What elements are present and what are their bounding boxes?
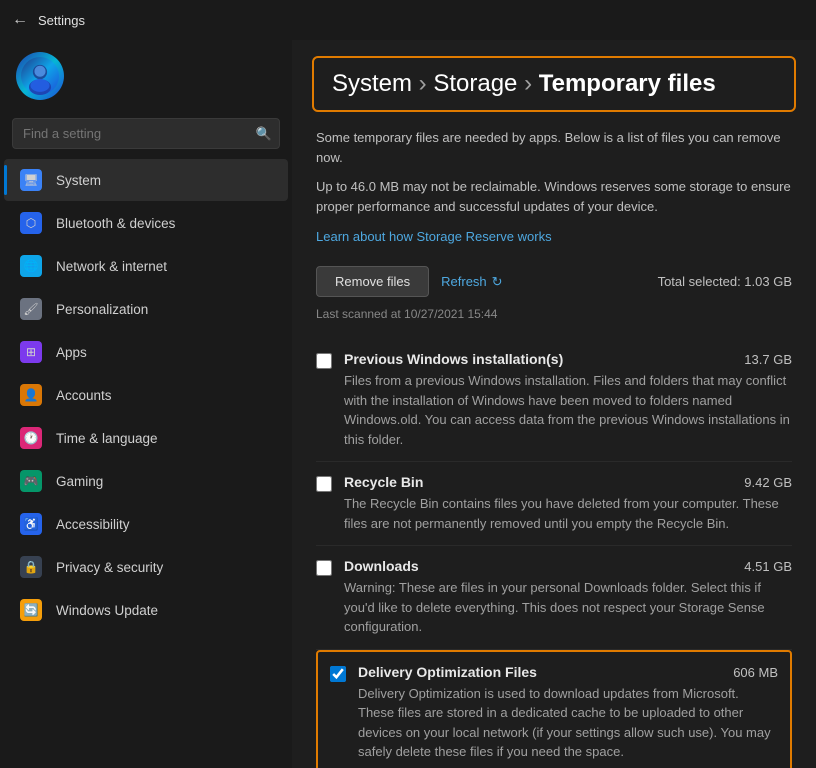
remove-files-button[interactable]: Remove files bbox=[316, 266, 429, 297]
action-bar: Remove files Refresh ↻ Total selected: 1… bbox=[316, 266, 792, 297]
file-name-previous-windows: Previous Windows installation(s) bbox=[344, 351, 563, 367]
breadcrumb-storage: Storage bbox=[433, 70, 517, 97]
breadcrumb-text: System › Storage › Temporary files bbox=[332, 70, 776, 98]
info-text: Up to 46.0 MB may not be reclaimable. Wi… bbox=[316, 177, 792, 216]
file-desc-downloads: Warning: These are files in your persona… bbox=[344, 578, 792, 637]
gaming-icon: 🎮 bbox=[20, 470, 42, 492]
refresh-spin-icon: ↻ bbox=[492, 274, 503, 290]
nav-label-apps: Apps bbox=[56, 345, 87, 360]
breadcrumb-sep2: › bbox=[517, 70, 538, 97]
refresh-button[interactable]: Refresh ↻ bbox=[441, 274, 502, 290]
app-title: Settings bbox=[38, 13, 85, 28]
bluetooth-icon: ⬡ bbox=[20, 212, 42, 234]
sidebar: 🔍 🖥 System ⬡ Bluetooth & devices 🌐 Netwo… bbox=[0, 40, 292, 768]
content-body: Some temporary files are needed by apps.… bbox=[292, 128, 816, 768]
sidebar-item-accounts[interactable]: 👤 Accounts bbox=[4, 374, 288, 416]
scan-time: Last scanned at 10/27/2021 15:44 bbox=[316, 307, 792, 321]
accessibility-icon: ♿ bbox=[20, 513, 42, 535]
file-size-delivery-optimization: 606 MB bbox=[733, 665, 778, 680]
sidebar-avatar bbox=[0, 40, 292, 112]
time-icon: 🕐 bbox=[20, 427, 42, 449]
sidebar-item-system[interactable]: 🖥 System bbox=[4, 159, 288, 201]
description-text: Some temporary files are needed by apps.… bbox=[316, 128, 792, 167]
checkbox-recycle-bin[interactable] bbox=[316, 476, 332, 492]
checkbox-wrapper-downloads[interactable] bbox=[316, 560, 332, 581]
nav-label-system: System bbox=[56, 173, 101, 188]
sidebar-item-apps[interactable]: ⊞ Apps bbox=[4, 331, 288, 373]
file-size-downloads: 4.51 GB bbox=[744, 559, 792, 574]
file-header-recycle-bin: Recycle Bin 9.42 GB bbox=[344, 474, 792, 490]
title-bar: ← Settings bbox=[0, 0, 816, 40]
sidebar-item-privacy[interactable]: 🔒 Privacy & security bbox=[4, 546, 288, 588]
network-icon: 🌐 bbox=[20, 255, 42, 277]
nav-label-personalization: Personalization bbox=[56, 302, 148, 317]
file-header-delivery-optimization: Delivery Optimization Files 606 MB bbox=[358, 664, 778, 680]
breadcrumb-sep1: › bbox=[412, 70, 433, 97]
checkbox-delivery-optimization[interactable] bbox=[330, 666, 346, 682]
breadcrumb-current: Temporary files bbox=[539, 70, 716, 97]
sidebar-item-personalization[interactable]: 🖌 Personalization bbox=[4, 288, 288, 330]
file-name-recycle-bin: Recycle Bin bbox=[344, 474, 423, 490]
file-header-downloads: Downloads 4.51 GB bbox=[344, 558, 792, 574]
file-desc-recycle-bin: The Recycle Bin contains files you have … bbox=[344, 494, 792, 533]
file-item-delivery-optimization: Delivery Optimization Files 606 MB Deliv… bbox=[316, 650, 792, 768]
personalization-icon: 🖌 bbox=[20, 298, 42, 320]
file-name-downloads: Downloads bbox=[344, 558, 419, 574]
nav-label-update: Windows Update bbox=[56, 603, 158, 618]
system-icon: 🖥 bbox=[20, 169, 42, 191]
checkbox-wrapper-delivery-optimization[interactable] bbox=[330, 666, 346, 687]
sidebar-item-network[interactable]: 🌐 Network & internet bbox=[4, 245, 288, 287]
file-name-delivery-optimization: Delivery Optimization Files bbox=[358, 664, 537, 680]
search-icon: 🔍 bbox=[256, 126, 272, 142]
sidebar-item-time[interactable]: 🕐 Time & language bbox=[4, 417, 288, 459]
breadcrumb: System › Storage › Temporary files bbox=[312, 56, 796, 112]
nav-label-privacy: Privacy & security bbox=[56, 560, 163, 575]
privacy-icon: 🔒 bbox=[20, 556, 42, 578]
update-icon: 🔄 bbox=[20, 599, 42, 621]
main-layout: 🔍 🖥 System ⬡ Bluetooth & devices 🌐 Netwo… bbox=[0, 40, 816, 768]
sidebar-navigation: 🖥 System ⬡ Bluetooth & devices 🌐 Network… bbox=[0, 159, 292, 758]
learn-link[interactable]: Learn about how Storage Reserve works bbox=[316, 229, 552, 244]
refresh-label: Refresh bbox=[441, 274, 487, 289]
search-input[interactable] bbox=[12, 118, 280, 149]
sidebar-search-container: 🔍 bbox=[12, 118, 280, 149]
file-item-previous-windows: Previous Windows installation(s) 13.7 GB… bbox=[316, 339, 792, 462]
file-item-recycle-bin: Recycle Bin 9.42 GB The Recycle Bin cont… bbox=[316, 462, 792, 546]
file-info-downloads: Downloads 4.51 GB Warning: These are fil… bbox=[344, 558, 792, 637]
content-area: System › Storage › Temporary files Some … bbox=[292, 40, 816, 768]
nav-label-network: Network & internet bbox=[56, 259, 167, 274]
file-desc-previous-windows: Files from a previous Windows installati… bbox=[344, 371, 792, 449]
nav-label-accessibility: Accessibility bbox=[56, 517, 130, 532]
file-items-list: Previous Windows installation(s) 13.7 GB… bbox=[316, 339, 792, 768]
file-info-previous-windows: Previous Windows installation(s) 13.7 GB… bbox=[344, 351, 792, 449]
checkbox-wrapper-previous-windows[interactable] bbox=[316, 353, 332, 374]
file-size-recycle-bin: 9.42 GB bbox=[744, 475, 792, 490]
file-header-previous-windows: Previous Windows installation(s) 13.7 GB bbox=[344, 351, 792, 367]
file-info-delivery-optimization: Delivery Optimization Files 606 MB Deliv… bbox=[358, 664, 778, 762]
back-button[interactable]: ← bbox=[12, 11, 28, 29]
checkbox-wrapper-recycle-bin[interactable] bbox=[316, 476, 332, 497]
file-item-downloads: Downloads 4.51 GB Warning: These are fil… bbox=[316, 546, 792, 650]
nav-label-bluetooth: Bluetooth & devices bbox=[56, 216, 175, 231]
apps-icon: ⊞ bbox=[20, 341, 42, 363]
sidebar-item-gaming[interactable]: 🎮 Gaming bbox=[4, 460, 288, 502]
avatar bbox=[16, 52, 64, 100]
sidebar-item-accessibility[interactable]: ♿ Accessibility bbox=[4, 503, 288, 545]
accounts-icon: 👤 bbox=[20, 384, 42, 406]
checkbox-previous-windows[interactable] bbox=[316, 353, 332, 369]
total-selected: Total selected: 1.03 GB bbox=[658, 274, 792, 289]
file-size-previous-windows: 13.7 GB bbox=[744, 352, 792, 367]
sidebar-item-update[interactable]: 🔄 Windows Update bbox=[4, 589, 288, 631]
nav-label-accounts: Accounts bbox=[56, 388, 112, 403]
checkbox-downloads[interactable] bbox=[316, 560, 332, 576]
nav-label-gaming: Gaming bbox=[56, 474, 103, 489]
breadcrumb-system: System bbox=[332, 70, 412, 97]
file-info-recycle-bin: Recycle Bin 9.42 GB The Recycle Bin cont… bbox=[344, 474, 792, 533]
file-desc-delivery-optimization: Delivery Optimization is used to downloa… bbox=[358, 684, 778, 762]
nav-label-time: Time & language bbox=[56, 431, 158, 446]
sidebar-item-bluetooth[interactable]: ⬡ Bluetooth & devices bbox=[4, 202, 288, 244]
